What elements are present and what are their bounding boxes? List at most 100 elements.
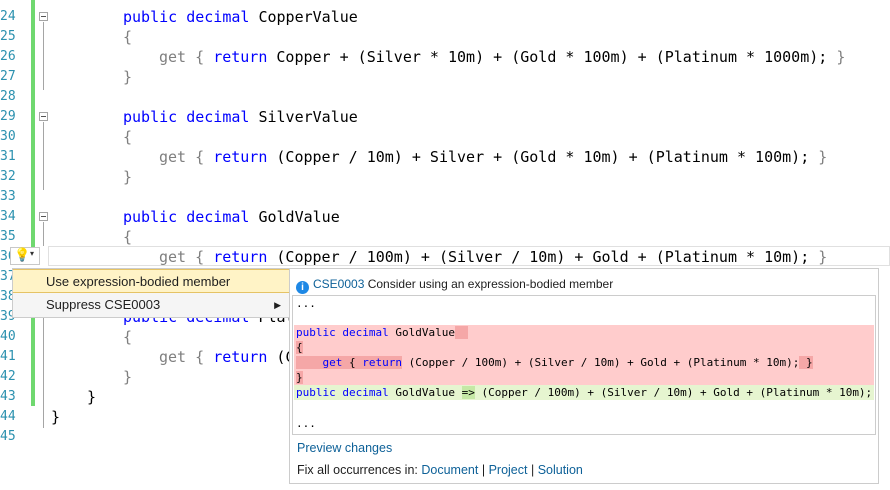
lightbulb-icon: 💡: [14, 248, 31, 263]
outline-guide: [43, 222, 44, 246]
code-line: }: [123, 68, 133, 86]
getter-keyword: get {: [159, 148, 214, 166]
code-line: get { return Copper + (Silver * 10m) + (…: [159, 47, 845, 67]
return-keyword: return: [213, 48, 268, 66]
property-name: CopperValue: [249, 8, 358, 26]
collapse-icon[interactable]: [39, 12, 48, 21]
preview-changes-link[interactable]: Preview changes: [297, 441, 392, 455]
getter-keyword: get: [322, 356, 343, 369]
expression: (Copper / 10m) + Silver + (Gold * 10m) +…: [267, 148, 810, 166]
line-number: 40: [0, 329, 16, 344]
removed-line: public decimal GoldValue: [296, 325, 469, 340]
diagnostic-message: Consider using an expression-bodied memb…: [367, 277, 614, 291]
line-number: 35: [0, 229, 16, 244]
getter-keyword: get {: [159, 248, 214, 266]
menu-item-use-expression-bodied-member[interactable]: Use expression-bodied member: [13, 269, 289, 293]
change-indicator-bar: [31, 0, 35, 248]
outline-guide: [43, 318, 44, 428]
line-number: 34: [0, 209, 16, 224]
preview-pane: i CSE0003 Consider using an expression-bo…: [289, 268, 879, 484]
quick-actions-lightbulb[interactable]: 💡 ▾: [10, 247, 40, 265]
chevron-down-icon[interactable]: ▾: [30, 249, 34, 258]
code-line: {: [123, 328, 133, 346]
keyword: public decimal: [123, 208, 250, 226]
property-name: SilverValue: [249, 108, 358, 126]
brace: {: [349, 356, 356, 369]
expression: (Copper / 100m) + (Silver / 10m) + Gold …: [402, 356, 800, 369]
code-line: public decimal SilverValue: [123, 107, 358, 127]
fix-all-label: Fix all occurrences in:: [297, 463, 418, 477]
code-line: {: [123, 128, 133, 146]
separator: |: [481, 463, 486, 477]
brace: {: [296, 341, 303, 354]
removed-line: {: [296, 340, 303, 355]
property-name: GoldValue: [249, 208, 340, 226]
line-number: 42: [0, 369, 16, 384]
code-line: }: [51, 408, 61, 426]
line-number: 31: [0, 149, 16, 164]
keyword: public decimal: [123, 108, 250, 126]
code-line: }: [123, 168, 133, 186]
line-number: 43: [0, 389, 16, 404]
brace: }: [799, 356, 813, 369]
code-line: {: [123, 28, 133, 46]
removed-line: get { return (Copper / 100m) + (Silver /…: [296, 355, 813, 370]
expression: (Copper / 100m) + (Silver / 10m) + Gold …: [267, 248, 810, 266]
line-number: 24: [0, 9, 16, 24]
brace: }: [827, 48, 846, 66]
removed-line: }: [296, 370, 303, 385]
return-keyword: return: [213, 248, 268, 266]
line-number: 45: [0, 429, 16, 444]
line-number: 28: [0, 89, 16, 104]
return-keyword: return: [362, 356, 402, 369]
outline-guide: [43, 22, 44, 90]
property-name: GoldValue: [388, 386, 462, 399]
code-line: get { return (Copper / 10m) + Silver + (…: [159, 147, 827, 167]
code-line: public decimal GoldValue: [123, 207, 340, 227]
fix-project-link[interactable]: Project: [489, 463, 528, 477]
line-number: 26: [0, 49, 16, 64]
brace: }: [809, 248, 828, 266]
code-line: get { return (C: [159, 347, 294, 367]
keyword: public decimal: [296, 326, 389, 339]
diagnostic-id-link[interactable]: CSE0003: [313, 277, 364, 291]
fix-solution-link[interactable]: Solution: [538, 463, 583, 477]
code-line: }: [87, 388, 97, 406]
brace: }: [296, 371, 303, 384]
expression: Copper + (Silver * 10m) + (Gold * 100m) …: [267, 48, 828, 66]
return-keyword: return: [213, 148, 268, 166]
menu-item-suppress[interactable]: Suppress CSE0003 ▶: [13, 293, 289, 317]
expression: (Copper / 100m) + (Silver / 10m) + Gold …: [474, 386, 873, 399]
collapse-icon[interactable]: [39, 212, 48, 221]
collapse-icon[interactable]: [39, 112, 48, 121]
diff-preview: ... public decimal GoldValue { get { ret…: [292, 295, 876, 435]
added-line: public decimal GoldValue => (Copper / 10…: [296, 385, 872, 400]
getter-keyword: get {: [159, 48, 214, 66]
outline-guide: [43, 122, 44, 190]
ellipsis: ...: [296, 297, 316, 310]
fix-all-row: Fix all occurrences in: Document | Proje…: [297, 463, 583, 477]
line-number: 30: [0, 129, 16, 144]
arrow-operator: =>: [461, 386, 475, 399]
getter-keyword: get {: [159, 348, 214, 366]
line-number: 44: [0, 409, 16, 424]
fix-document-link[interactable]: Document: [421, 463, 478, 477]
info-icon: i: [296, 281, 309, 294]
keyword: public decimal: [123, 8, 250, 26]
return-keyword: return: [213, 348, 268, 366]
brace: }: [809, 148, 828, 166]
menu-item-label: Suppress CSE0003: [46, 297, 161, 312]
line-number: 32: [0, 169, 16, 184]
separator: |: [530, 463, 535, 477]
diagnostic-header: i CSE0003 Consider using an expression-bo…: [296, 277, 613, 294]
line-number: 23: [0, 0, 16, 7]
menu-item-label: Use expression-bodied member: [46, 274, 231, 289]
property-name: GoldValue: [388, 326, 455, 339]
keyword: public decimal: [296, 386, 389, 399]
line-number: 25: [0, 29, 16, 44]
code-line: public decimal CopperValue: [123, 7, 358, 27]
code-line: {: [123, 228, 133, 246]
code-line: get { return (Copper / 100m) + (Silver /…: [159, 247, 827, 267]
line-number: 33: [0, 189, 16, 204]
ellipsis: ...: [296, 417, 316, 430]
